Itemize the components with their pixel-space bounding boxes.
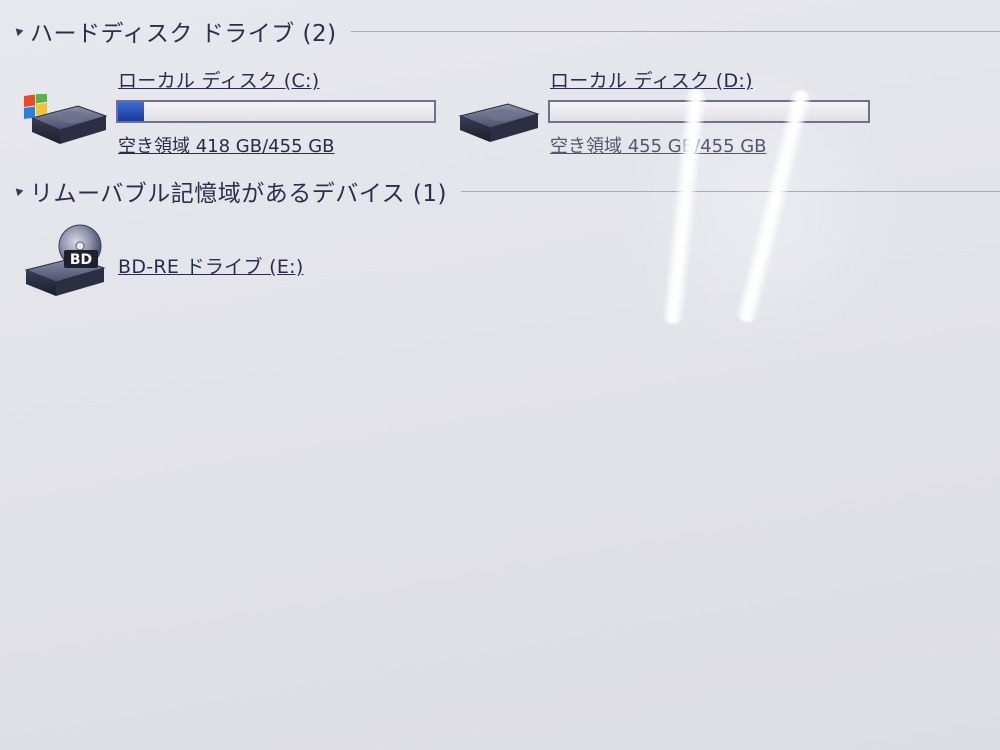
group-title: リムーバブル記憶域があるデバイス (1) xyxy=(30,181,447,207)
group-divider xyxy=(460,190,1000,192)
collapse-arrow-icon[interactable] xyxy=(12,184,24,196)
drive-item-c[interactable]: ローカル ディスク (C:) 空き領域 418 GB/455 GB xyxy=(24,66,444,158)
drive-name[interactable]: ローカル ディスク (C:) xyxy=(118,66,319,93)
bd-drive-icon: BD xyxy=(24,224,106,296)
drive-capacity-bar xyxy=(116,100,436,123)
hard-drive-icon xyxy=(458,103,540,142)
drive-free-space: 空き領域 455 GB/455 GB xyxy=(550,136,767,157)
drive-item-d[interactable]: ローカル ディスク (D:) 空き領域 455 GB/455 GB xyxy=(458,66,878,158)
drive-item-e[interactable]: BD BD-RE ドライブ (E:) xyxy=(24,222,344,302)
drive-name[interactable]: BD-RE ドライブ (E:) xyxy=(118,252,304,279)
windows-drive-icon xyxy=(24,94,108,144)
group-header-hard-disk-drives[interactable]: ハードディスク ドライブ (2) xyxy=(8,14,1000,48)
collapse-arrow-icon[interactable] xyxy=(12,24,24,36)
group-title: ハードディスク ドライブ (2) xyxy=(30,21,337,47)
bd-icon-label: BD xyxy=(70,252,92,268)
group-header-removable-storage[interactable]: リムーバブル記憶域があるデバイス (1) xyxy=(8,174,1000,208)
drive-capacity-bar-fill xyxy=(118,102,144,121)
drive-free-space: 空き領域 418 GB/455 GB xyxy=(118,136,335,157)
group-divider xyxy=(350,30,1000,32)
drive-capacity-bar xyxy=(548,100,870,123)
drive-name[interactable]: ローカル ディスク (D:) xyxy=(550,66,753,93)
